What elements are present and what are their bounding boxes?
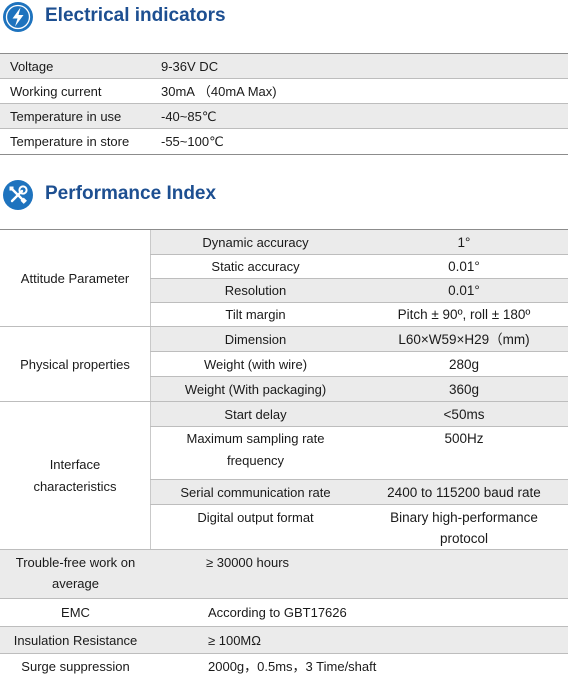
table-row: Static accuracy 0.01°	[0, 255, 568, 278]
table-row: Weight (with wire) 280g	[0, 352, 568, 376]
performance-section-header: Performance Index	[0, 180, 568, 216]
table-row: Dimension L60×W59×H29（mm)	[0, 327, 568, 351]
param-value: 360g	[360, 377, 568, 401]
table-row: Weight (With packaging) 360g	[0, 377, 568, 401]
electrical-section-title: Electrical indicators	[45, 5, 226, 26]
param-value: 280g	[448, 356, 480, 372]
param-name: Dynamic accuracy	[151, 230, 360, 254]
table-row: Voltage 9-36V DC	[0, 54, 568, 78]
param-value: 0.01°	[360, 279, 568, 302]
param-value: <50ms	[360, 402, 568, 426]
param-value: 1°	[360, 230, 568, 254]
param-value-line: protocol	[439, 531, 488, 546]
lightning-bolt-icon	[3, 2, 33, 32]
row-value: ≥ 100MΩ	[151, 627, 568, 653]
param-name: Dimension	[151, 327, 360, 351]
row-value: ≥ 30000 hours	[151, 550, 568, 598]
param-value-line: Binary high-performance	[390, 510, 538, 525]
row-label-line: Trouble-free work on	[15, 555, 136, 570]
param-value: 2400 to 115200 baud rate	[360, 480, 568, 504]
row-value: 30mA （40mA Max)	[161, 83, 277, 99]
row-value: 9-36V DC	[151, 54, 568, 78]
table-row: Surge suppression 2000g，0.5ms，3 Time/sha…	[0, 654, 568, 679]
table-row: Temperature in use -40~85℃	[0, 104, 568, 128]
row-value: -40~85℃	[151, 104, 568, 128]
row-label: EMC	[61, 605, 90, 620]
row-label-line: average	[52, 576, 99, 591]
param-name: Digital output format	[197, 510, 314, 525]
param-value: 0.01°	[448, 259, 480, 274]
table-row: Working current 30mA （40mA Max)	[0, 79, 568, 103]
table-row: Insulation Resistance ≥ 100MΩ	[0, 627, 568, 653]
param-value: L60×W59×H29（mm)	[360, 327, 568, 351]
param-name: Resolution	[151, 279, 360, 302]
param-name: Tilt margin	[225, 307, 286, 322]
table-row: Dynamic accuracy 1°	[0, 230, 568, 254]
spec-sheet: Electrical indicators Voltage 9-36V DC W…	[0, 0, 568, 679]
param-name: Serial communication rate	[151, 480, 360, 504]
electrical-section-header: Electrical indicators	[0, 2, 568, 38]
param-name-line: frequency	[226, 453, 285, 468]
param-name: Static accuracy	[211, 259, 300, 274]
table-row: Maximum sampling rate frequency 500Hz	[0, 427, 568, 479]
param-name: Start delay	[151, 402, 360, 426]
table-row: Start delay <50ms	[0, 402, 568, 426]
table-row: Temperature in store -55~100℃	[0, 129, 568, 154]
table-row: Serial communication rate 2400 to 115200…	[0, 480, 568, 504]
row-label: Temperature in store	[10, 134, 130, 149]
row-label: Working current	[10, 83, 102, 99]
param-name: Maximum sampling rate frequency	[151, 427, 360, 479]
row-value: 2000g，0.5ms，3 Time/shaft	[208, 659, 377, 674]
row-label: Voltage	[0, 54, 151, 78]
row-label: Surge suppression	[21, 659, 130, 674]
table-row: Tilt margin Pitch ± 90º, roll ± 180º	[0, 303, 568, 326]
row-value: -55~100℃	[161, 134, 224, 149]
param-value: Binary high-performance protocol	[360, 505, 568, 549]
table-row: Resolution 0.01°	[0, 279, 568, 302]
table-row: EMC According to GBT17626	[0, 599, 568, 626]
row-label: Temperature in use	[0, 104, 151, 128]
param-value: 500Hz	[444, 431, 484, 446]
param-name: Weight (With packaging)	[151, 377, 360, 401]
wrench-screwdriver-icon	[3, 180, 33, 210]
table-row: Digital output format Binary high-perfor…	[0, 505, 568, 549]
row-value: According to GBT17626	[208, 605, 347, 620]
row-label: Trouble-free work on average	[0, 550, 151, 598]
param-name-line: Maximum sampling rate	[186, 431, 325, 446]
table-row: Trouble-free work on average ≥ 30000 hou…	[0, 550, 568, 598]
param-value: Pitch ± 90º, roll ± 180º	[397, 307, 531, 322]
performance-section-title: Performance Index	[45, 183, 217, 204]
row-label: Insulation Resistance	[0, 627, 151, 653]
param-name: Weight (with wire)	[203, 356, 308, 372]
